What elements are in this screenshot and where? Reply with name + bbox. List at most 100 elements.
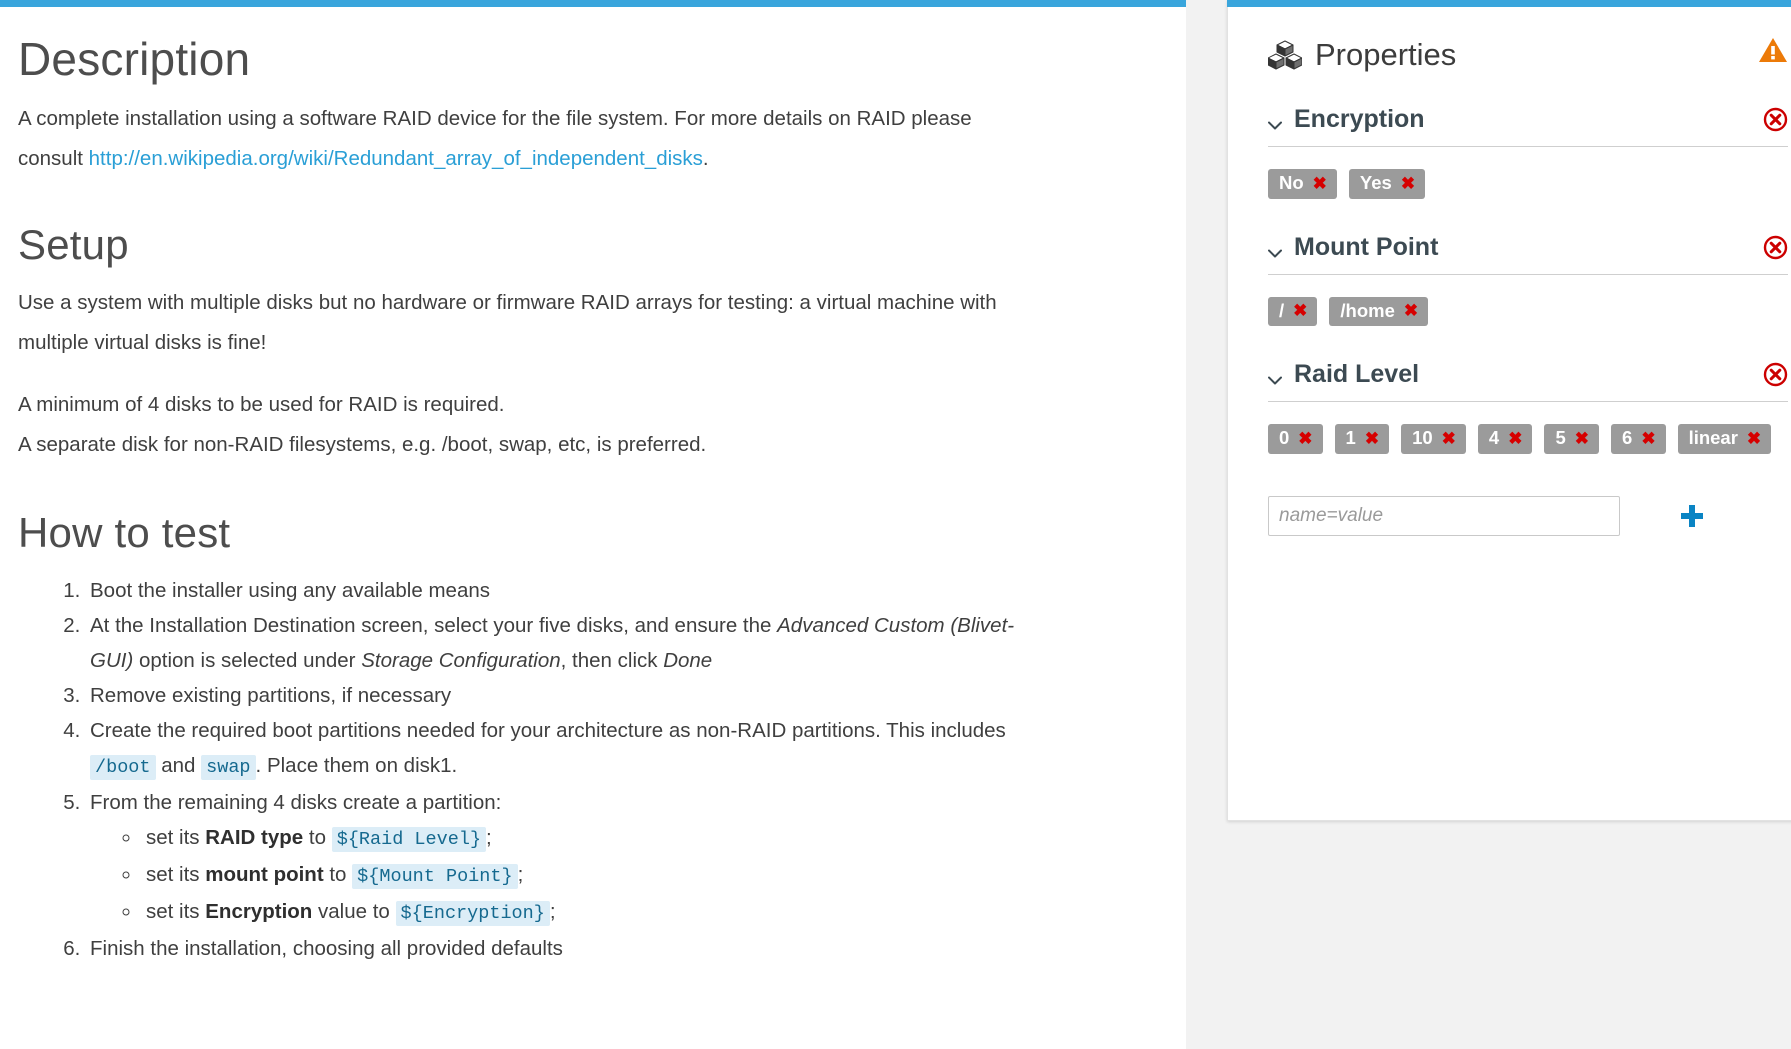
property-header-encryption[interactable]: Encryption: [1268, 105, 1788, 147]
step-4-part-1: Create the required boot partitions need…: [90, 719, 1006, 743]
substep-mount-point: set its mount point to ${Mount Point};: [142, 857, 1028, 894]
step-6-text: Finish the installation, choosing all pr…: [90, 937, 563, 961]
properties-content: Properties Encryption No ✖ Yes ✖ Mount P…: [1228, 7, 1791, 536]
add-property-row: [1268, 495, 1791, 536]
add-property-button[interactable]: [1679, 503, 1705, 529]
step-2-part-3: , then click: [560, 649, 664, 673]
tag-item[interactable]: Yes ✖: [1348, 169, 1426, 199]
substep-encryption: set its Encryption value to ${Encryption…: [142, 894, 1028, 931]
chevron-down-icon[interactable]: [1268, 117, 1282, 130]
substep-1-bold: RAID type: [205, 826, 304, 850]
tag-label: Yes: [1359, 172, 1392, 193]
tag-remove-icon[interactable]: ✖: [1508, 430, 1522, 447]
property-section-encryption: Encryption No ✖ Yes ✖: [1228, 105, 1791, 199]
property-name-mount-point: Mount Point: [1294, 232, 1439, 261]
substep-3-post: ;: [549, 900, 556, 924]
document-accent-bar: [0, 0, 1186, 7]
tag-remove-icon[interactable]: ✖: [1365, 430, 1379, 447]
tag-label: No: [1279, 172, 1304, 193]
substep-3-bold: Encryption: [205, 900, 313, 924]
page-root: Description A complete installation usin…: [0, 0, 1791, 1049]
tag-remove-icon[interactable]: ✖: [1747, 430, 1761, 447]
tag-label: /: [1279, 299, 1285, 321]
heading-description: Description: [18, 33, 251, 85]
setup-paragraph-2: A minimum of 4 disks to be used for RAID…: [18, 385, 1003, 465]
substep-1-code: ${Raid Level}: [331, 827, 487, 853]
properties-header: Properties: [1228, 7, 1791, 73]
property-name-encryption: Encryption: [1294, 105, 1425, 133]
how-to-test-steps: Boot the installer using any available m…: [18, 573, 1028, 966]
substep-3-mid: value to: [312, 900, 396, 924]
tag-item[interactable]: /home ✖: [1329, 296, 1429, 326]
document-body: Description A complete installation usin…: [18, 7, 1168, 966]
add-property-input[interactable]: [1268, 495, 1620, 536]
substep-2-post: ;: [517, 863, 524, 887]
setup-paragraph-2-line-2: A separate disk for non-RAID filesystems…: [18, 433, 707, 457]
tag-remove-icon[interactable]: ✖: [1298, 430, 1312, 447]
substep-2-mid: to: [323, 863, 353, 887]
setup-paragraph-2-line-1: A minimum of 4 disks to be used for RAID…: [18, 393, 505, 417]
chevron-down-icon[interactable]: [1268, 372, 1282, 385]
tag-remove-icon[interactable]: ✖: [1404, 302, 1418, 319]
step-3-text: Remove existing partitions, if necessary: [90, 684, 452, 708]
property-header-raid-level[interactable]: Raid Level: [1268, 360, 1788, 402]
heading-how-to-test: How to test: [18, 509, 231, 557]
substep-3-code: ${Encryption}: [395, 901, 550, 927]
tag-list-encryption: No ✖ Yes ✖: [1268, 169, 1791, 199]
step-item-1: Boot the installer using any available m…: [86, 573, 1028, 608]
tag-item[interactable]: / ✖: [1268, 296, 1318, 326]
heading-setup: Setup: [18, 221, 129, 269]
step-4-part-2: and: [155, 754, 202, 778]
step-2-emphasis-2: Storage Configuration: [361, 649, 561, 673]
tag-remove-icon[interactable]: ✖: [1313, 175, 1327, 192]
tag-label: 10: [1412, 427, 1433, 448]
properties-title: Properties: [1315, 37, 1457, 72]
tag-remove-icon[interactable]: ✖: [1442, 430, 1456, 447]
tag-item[interactable]: 4 ✖: [1477, 424, 1533, 454]
step-item-3: Remove existing partitions, if necessary: [86, 678, 1028, 713]
step-1-text: Boot the installer using any available m…: [90, 579, 490, 603]
property-name-raid-level: Raid Level: [1294, 360, 1420, 388]
substep-2-code: ${Mount Point}: [352, 864, 518, 890]
property-section-raid-level: Raid Level 0 ✖ 1 ✖ 10 ✖ 4 ✖ 5 ✖ 6 ✖ line…: [1228, 360, 1791, 536]
tag-item[interactable]: No ✖: [1268, 169, 1337, 199]
tag-remove-icon[interactable]: ✖: [1401, 175, 1415, 192]
property-section-mount-point: Mount Point / ✖ /home ✖: [1228, 233, 1791, 326]
tag-label: 4: [1488, 427, 1500, 448]
chevron-down-icon[interactable]: [1268, 245, 1282, 257]
substep-1-pre: set its: [146, 826, 206, 850]
properties-card: Properties Encryption No ✖ Yes ✖ Mount P…: [1227, 0, 1791, 821]
substep-1-mid: to: [303, 826, 332, 850]
right-column: Properties Encryption No ✖ Yes ✖ Mount P…: [1186, 0, 1791, 1049]
step-item-2: At the Installation Destination screen, …: [86, 608, 1028, 678]
warning-triangle-icon[interactable]: [1758, 37, 1788, 64]
substep-2-pre: set its: [146, 863, 206, 887]
raid-wikipedia-link[interactable]: http://en.wikipedia.org/wiki/Redundant_a…: [89, 147, 703, 170]
tag-item[interactable]: linear ✖: [1677, 424, 1772, 454]
step-item-5: From the remaining 4 disks create a part…: [86, 785, 1028, 931]
step-5-substeps: set its RAID type to ${Raid Level}; set …: [90, 820, 1028, 931]
tag-label: 6: [1622, 427, 1633, 448]
tag-item[interactable]: 1 ✖: [1334, 424, 1390, 454]
document-panel: Description A complete installation usin…: [0, 0, 1186, 1049]
step-2-part-2: option is selected under: [133, 649, 362, 673]
step-item-4: Create the required boot partitions need…: [86, 713, 1028, 785]
tag-item[interactable]: 10 ✖: [1401, 424, 1466, 454]
tag-remove-icon[interactable]: ✖: [1293, 302, 1307, 319]
tag-label: 0: [1279, 427, 1290, 448]
step-4-code-boot: /boot: [90, 755, 156, 781]
substep-3-pre: set its: [146, 900, 206, 924]
tag-label: 1: [1345, 427, 1356, 448]
step-item-6: Finish the installation, choosing all pr…: [86, 931, 1028, 966]
remove-circle-icon-raid-level[interactable]: [1763, 362, 1788, 387]
tag-item[interactable]: 5 ✖: [1544, 424, 1600, 454]
tag-remove-icon[interactable]: ✖: [1575, 430, 1589, 447]
remove-circle-icon-mount-point[interactable]: [1763, 235, 1788, 260]
tag-item[interactable]: 6 ✖: [1611, 424, 1666, 454]
remove-circle-icon-encryption[interactable]: [1763, 107, 1788, 132]
property-header-mount-point[interactable]: Mount Point: [1268, 233, 1788, 275]
step-4-part-3: . Place them on disk1.: [255, 754, 458, 778]
tag-item[interactable]: 0 ✖: [1268, 424, 1323, 454]
tag-remove-icon[interactable]: ✖: [1641, 430, 1655, 447]
substep-2-bold: mount point: [205, 863, 324, 887]
